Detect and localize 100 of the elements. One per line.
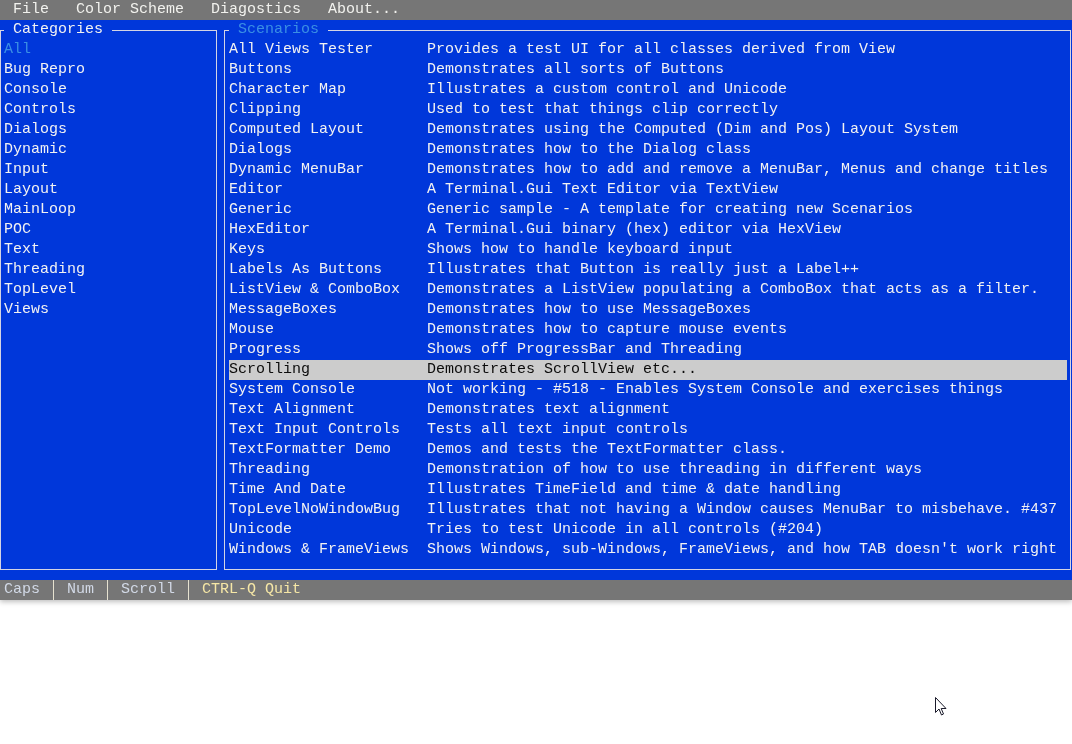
scenario-description: Illustrates that Button is really just a Label++	[427, 260, 860, 280]
scenario-description: Used to test that things clip correctly	[427, 100, 779, 120]
scenario-name: ListView & ComboBox	[229, 280, 402, 300]
scenario-name: Keys	[229, 240, 266, 260]
scenario-description: Shows off ProgressBar and Threading	[427, 340, 743, 360]
category-item[interactable]: Threading	[4, 260, 213, 280]
scenario-name: Text Alignment	[229, 400, 357, 420]
scenario-name: Editor	[229, 180, 284, 200]
scenario-description: Tries to test Unicode in all controls (#204)	[427, 520, 824, 540]
scenario-item[interactable]: Dialogs Demonstrates how to the Dialog class	[229, 140, 1067, 160]
scenario-description: Demonstrates using the Computed (Dim and Pos) Layout System	[427, 120, 959, 140]
scenario-item[interactable]: Mouse Demonstrates how to capture mouse events	[229, 320, 1067, 340]
menu-item[interactable]: About...	[319, 0, 410, 20]
scenario-name: Buttons	[229, 60, 293, 80]
scenario-item[interactable]: Text Alignment Demonstrates text alignment	[229, 400, 1067, 420]
scenario-description: Provides a test UI for all classes derived from View	[427, 40, 896, 60]
scenario-item[interactable]: Threading Demonstration of how to use threading in different ways	[229, 460, 1067, 480]
panel-title: Scenarios	[238, 21, 319, 38]
scenario-item[interactable]: TopLevelNoWindowBug Illustrates that not having a Window causes MenuBar to misbehave. #437	[229, 500, 1067, 520]
scenario-name: Dialogs	[229, 140, 293, 160]
scenario-name: HexEditor	[229, 220, 311, 240]
scenario-item[interactable]: Buttons Demonstrates all sorts of Buttons	[229, 60, 1067, 80]
scenario-name: Threading	[229, 460, 311, 480]
scenario-description: Demonstrates how to add and remove a MenuBar, Menus and change titles	[427, 160, 1049, 180]
scenario-description: Demonstrates all sorts of Buttons	[427, 60, 725, 80]
scenario-item[interactable]: Dynamic MenuBar Demonstrates how to add and remove a MenuBar, Menus and change titles	[229, 160, 1067, 180]
scenario-description: Illustrates a custom control and Unicode	[427, 80, 788, 100]
scenario-description: A Terminal.Gui binary (hex) editor via HexView	[427, 220, 842, 240]
scenario-item[interactable]: Clipping Used to test that things clip correctly	[229, 100, 1067, 120]
scenario-item[interactable]: Progress Shows off ProgressBar and Threading	[229, 340, 1067, 360]
scenario-description: Generic sample - A template for creating new Scenarios	[427, 200, 914, 220]
scenario-item[interactable]: ListView & ComboBox Demonstrates a ListView populating a ComboBox that acts as a filter.	[229, 280, 1067, 300]
scenario-description: Demos and tests the TextFormatter class.	[427, 440, 788, 460]
scenario-name: Clipping	[229, 100, 302, 120]
scenario-item[interactable]: HexEditor A Terminal.Gui binary (hex) editor via HexView	[229, 220, 1067, 240]
scenario-name: Scrolling	[229, 360, 311, 380]
scenario-item[interactable]: Editor A Terminal.Gui Text Editor via TextView	[229, 180, 1067, 200]
scenario-name: Dynamic MenuBar	[229, 160, 366, 180]
scenario-item[interactable]: System Console Not working - #518 - Enables System Console and exercises things	[229, 380, 1067, 400]
scenario-item[interactable]: Generic Generic sample - A template for creating new Scenarios	[229, 200, 1067, 220]
scenario-name: Labels As Buttons	[229, 260, 384, 280]
category-item[interactable]: Console	[4, 80, 213, 100]
scenario-description: Illustrates that not having a Window causes MenuBar to misbehave. #437	[427, 500, 1058, 520]
scenario-name: Mouse	[229, 320, 275, 340]
menu-item[interactable]: Diagostics	[202, 0, 311, 20]
scenario-item[interactable]: MessageBoxes Demonstrates how to use MessageBoxes	[229, 300, 1067, 320]
scenario-item[interactable]: Character Map Illustrates a custom control and Unicode	[229, 80, 1067, 100]
scenario-description: Demonstrates how to use MessageBoxes	[427, 300, 752, 320]
scenario-name: TextFormatter Demo	[229, 440, 393, 460]
scenario-description: A Terminal.Gui Text Editor via TextView	[427, 180, 779, 200]
scenario-item[interactable]: Time And Date Illustrates TimeField and time & date handling	[229, 480, 1067, 500]
scenario-name: Windows & FrameViews	[229, 540, 411, 560]
scenario-item[interactable]: Scrolling Demonstrates ScrollView etc...	[229, 360, 1067, 380]
scenario-description: Tests all text input controls	[427, 420, 689, 440]
scenario-item[interactable]: Labels As Buttons Illustrates that Button is really just a Label++	[229, 260, 1067, 280]
scenario-name: Computed Layout	[229, 120, 366, 140]
scenario-description: Illustrates TimeField and time & date handling	[427, 480, 842, 500]
scenario-name: Generic	[229, 200, 293, 220]
category-item[interactable]: Layout	[4, 180, 213, 200]
status-item[interactable]: CTRL-Q Quit	[202, 580, 302, 600]
category-item[interactable]: Bug Repro	[4, 60, 213, 80]
scenario-description: Not working - #518 - Enables System Console and exercises things	[427, 380, 1004, 400]
category-item[interactable]: Controls	[4, 100, 213, 120]
status-item: Caps	[4, 580, 40, 600]
scenario-description: Demonstration of how to use threading in different ways	[427, 460, 923, 480]
scenario-item[interactable]: TextFormatter Demo Demos and tests the TextFormatter class.	[229, 440, 1067, 460]
category-item[interactable]: MainLoop	[4, 200, 213, 220]
scenario-name: Progress	[229, 340, 302, 360]
menu-item[interactable]: File	[4, 0, 58, 20]
status-item: Scroll	[121, 580, 176, 600]
category-item[interactable]: TopLevel	[4, 280, 213, 300]
scenario-description: Demonstrates how to capture mouse events	[427, 320, 788, 340]
category-item[interactable]: Dynamic	[4, 140, 213, 160]
scenario-name: TopLevelNoWindowBug	[229, 500, 402, 520]
scenario-item[interactable]: Computed Layout Demonstrates using the Computed (Dim and Pos) Layout System	[229, 120, 1067, 140]
category-item[interactable]: Input	[4, 160, 213, 180]
panel-title: Categories	[13, 21, 103, 38]
mouse-pointer-icon	[935, 697, 947, 716]
category-item[interactable]: POC	[4, 220, 213, 240]
scenario-description: Demonstrates text alignment	[427, 400, 671, 420]
status-item: Num	[67, 580, 95, 600]
scenario-name: System Console	[229, 380, 357, 400]
scenario-name: Unicode	[229, 520, 293, 540]
category-item[interactable]: Views	[4, 300, 213, 320]
scenario-description: Demonstrates a ListView populating a ComboBox that acts as a filter.	[427, 280, 1040, 300]
menu-item[interactable]: Color Scheme	[67, 0, 194, 20]
scenario-name: Text Input Controls	[229, 420, 402, 440]
scenario-name: All Views Tester	[229, 40, 375, 60]
scenario-name: Time And Date	[229, 480, 348, 500]
scenario-item[interactable]: Text Input Controls Tests all text input controls	[229, 420, 1067, 440]
category-item[interactable]: Dialogs	[4, 120, 213, 140]
scenario-item[interactable]: Windows & FrameViews Shows Windows, sub-Windows, FrameViews, and how TAB doesn't work right	[229, 540, 1067, 560]
scenario-name: Character Map	[229, 80, 348, 100]
scenario-description: Demonstrates ScrollView etc...	[427, 360, 698, 380]
scenario-item[interactable]: Unicode Tries to test Unicode in all controls (#204)	[229, 520, 1067, 540]
category-item[interactable]: Text	[4, 240, 213, 260]
scenario-description: Shows how to handle keyboard input	[427, 240, 734, 260]
scenario-item[interactable]: Keys Shows how to handle keyboard input	[229, 240, 1067, 260]
scenario-name: MessageBoxes	[229, 300, 339, 320]
scenario-item[interactable]: All Views Tester Provides a test UI for all classes derived from View	[229, 40, 1067, 60]
